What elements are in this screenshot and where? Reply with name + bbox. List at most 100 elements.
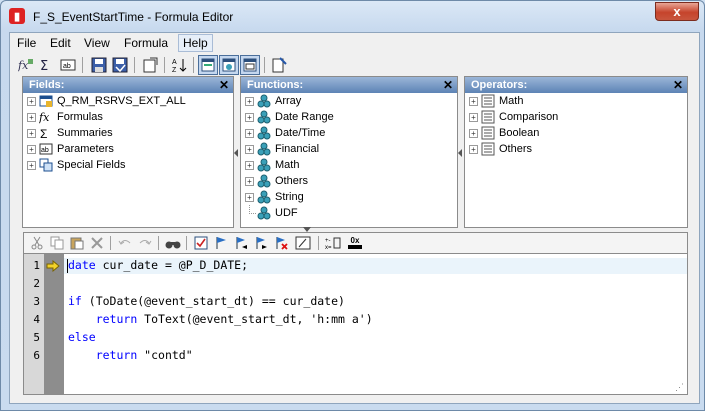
bookmark-margin[interactable] xyxy=(44,254,64,394)
expand-icon[interactable]: + xyxy=(469,129,478,138)
tree-item-label: Date/Time xyxy=(275,127,326,139)
delete-icon[interactable] xyxy=(88,234,106,252)
comment-icon[interactable] xyxy=(294,234,312,252)
tree-item-parameters[interactable]: + ab Parameters xyxy=(23,141,233,157)
expand-icon[interactable]: + xyxy=(27,161,36,170)
tree-item-formulas[interactable]: + fx Formulas xyxy=(23,109,233,125)
expand-icon[interactable]: + xyxy=(469,97,478,106)
close-window-button[interactable]: x xyxy=(655,2,699,21)
hex-label: 0x xyxy=(350,236,360,245)
tree-item-label: Others xyxy=(499,143,533,155)
formula-text-editor[interactable]: 1 date cur_date = @P_D_DATE; 2 3 if (ToDate(… xyxy=(23,253,688,395)
function-category-udf[interactable]: UDF xyxy=(241,205,457,221)
expand-icon[interactable]: + xyxy=(245,161,254,170)
tree-item-special-fields[interactable]: + Special Fields xyxy=(23,157,233,173)
function-explorer-icon[interactable]: ab xyxy=(58,55,78,75)
parameter-icon: ab xyxy=(39,142,53,156)
function-category-array[interactable]: + Array xyxy=(241,93,457,109)
function-category-math[interactable]: + Math xyxy=(241,157,457,173)
expand-icon[interactable]: + xyxy=(245,145,254,154)
expand-icon[interactable]: + xyxy=(27,129,36,138)
expand-icon[interactable]: + xyxy=(245,177,254,186)
fields-panel-title: Fields: xyxy=(29,79,65,91)
operators-panel-close-icon[interactable]: ✕ xyxy=(673,77,683,93)
redo-icon[interactable] xyxy=(136,234,154,252)
menu-help[interactable]: Help xyxy=(178,34,213,52)
paste-icon[interactable] xyxy=(68,234,86,252)
svg-text:ab: ab xyxy=(41,147,49,154)
cut-icon[interactable] xyxy=(28,234,46,252)
tree-item-label: Boolean xyxy=(499,127,540,139)
hex-icon[interactable]: 0x xyxy=(346,234,364,252)
svg-text:A: A xyxy=(172,59,177,66)
function-category-string[interactable]: + String xyxy=(241,189,457,205)
code-line: return "contd" xyxy=(95,348,193,362)
expand-icon[interactable]: + xyxy=(245,97,254,106)
svg-text:+-: +- xyxy=(325,238,331,244)
line-number: 2 xyxy=(33,277,40,290)
properties-icon[interactable] xyxy=(140,55,160,75)
clear-bookmarks-icon[interactable] xyxy=(272,234,290,252)
check-icon[interactable] xyxy=(192,234,210,252)
expand-icon[interactable]: + xyxy=(27,97,36,106)
expand-icon[interactable]: + xyxy=(27,145,36,154)
expand-icon[interactable]: + xyxy=(27,113,36,122)
undo-icon[interactable] xyxy=(116,234,134,252)
resize-grip-icon[interactable]: ⋰ xyxy=(675,382,685,392)
toggle-fields-icon[interactable] xyxy=(198,55,218,75)
splitter-left-arrow-icon[interactable] xyxy=(233,149,239,157)
copy-icon[interactable] xyxy=(48,234,66,252)
field-explorer-icon[interactable]: fx xyxy=(16,55,36,75)
toggle-operators-icon[interactable] xyxy=(240,55,260,75)
fields-panel-close-icon[interactable]: ✕ xyxy=(219,77,229,93)
operator-category-boolean[interactable]: + Boolean xyxy=(465,125,687,141)
functions-panel-header: Functions: ✕ xyxy=(241,77,457,93)
tree-item-label: Summaries xyxy=(57,127,113,139)
tree-item-label: Math xyxy=(275,159,300,171)
syntax-icon[interactable]: +- x= xyxy=(324,234,342,252)
prev-bookmark-icon[interactable] xyxy=(232,234,250,252)
tree-item-label: Financial xyxy=(275,143,320,155)
menu-file[interactable]: File xyxy=(13,35,40,51)
function-category-date-range[interactable]: + Date Range xyxy=(241,109,457,125)
svg-text:fx: fx xyxy=(39,111,50,124)
bookmark-icon[interactable] xyxy=(212,234,230,252)
functions-panel-close-icon[interactable]: ✕ xyxy=(443,77,453,93)
save-close-icon[interactable] xyxy=(110,55,130,75)
sum-icon[interactable]: Σ xyxy=(37,55,57,75)
operator-folder-icon xyxy=(481,94,495,108)
function-folder-icon xyxy=(257,158,271,172)
help-icon[interactable] xyxy=(269,55,289,75)
function-category-others[interactable]: + Others xyxy=(241,173,457,189)
line-number: 1 xyxy=(33,259,40,272)
expand-icon[interactable]: + xyxy=(245,129,254,138)
save-icon[interactable] xyxy=(89,55,109,75)
toggle-functions-icon[interactable] xyxy=(219,55,239,75)
menu-view[interactable]: View xyxy=(80,35,114,51)
next-bookmark-icon[interactable] xyxy=(252,234,270,252)
function-folder-icon xyxy=(257,110,271,124)
function-category-financial[interactable]: + Financial xyxy=(241,141,457,157)
operator-category-comparison[interactable]: + Comparison xyxy=(465,109,687,125)
find-icon[interactable] xyxy=(164,234,182,252)
formula-icon: fx xyxy=(39,110,53,124)
menu-edit[interactable]: Edit xyxy=(46,35,75,51)
operator-category-others[interactable]: + Others xyxy=(465,141,687,157)
expand-icon[interactable]: + xyxy=(245,113,254,122)
splitter-middle-arrow-icon[interactable] xyxy=(457,149,463,157)
title-bar[interactable]: ▮ F_S_EventStartTime - Formula Editor x xyxy=(1,1,704,33)
function-folder-icon xyxy=(257,142,271,156)
expand-icon[interactable]: + xyxy=(245,193,254,202)
function-category-date-time[interactable]: + Date/Time xyxy=(241,125,457,141)
tree-item-q-rm-rsrvs-ext-all[interactable]: + Q_RM_RSRVS_EXT_ALL xyxy=(23,93,233,109)
functions-panel: Functions: ✕ + Array + Date Range + Date/Time… xyxy=(240,76,458,228)
menu-formula[interactable]: Formula xyxy=(120,35,172,51)
tree-item-summaries[interactable]: + Σ Summaries xyxy=(23,125,233,141)
operator-category-math[interactable]: + Math xyxy=(465,93,687,109)
expand-icon[interactable]: + xyxy=(469,145,478,154)
sort-icon[interactable]: AZ xyxy=(170,55,190,75)
expand-icon[interactable]: + xyxy=(469,113,478,122)
svg-text:ab: ab xyxy=(63,63,71,70)
tree-item-label: String xyxy=(275,191,304,203)
svg-text:Z: Z xyxy=(172,67,177,73)
